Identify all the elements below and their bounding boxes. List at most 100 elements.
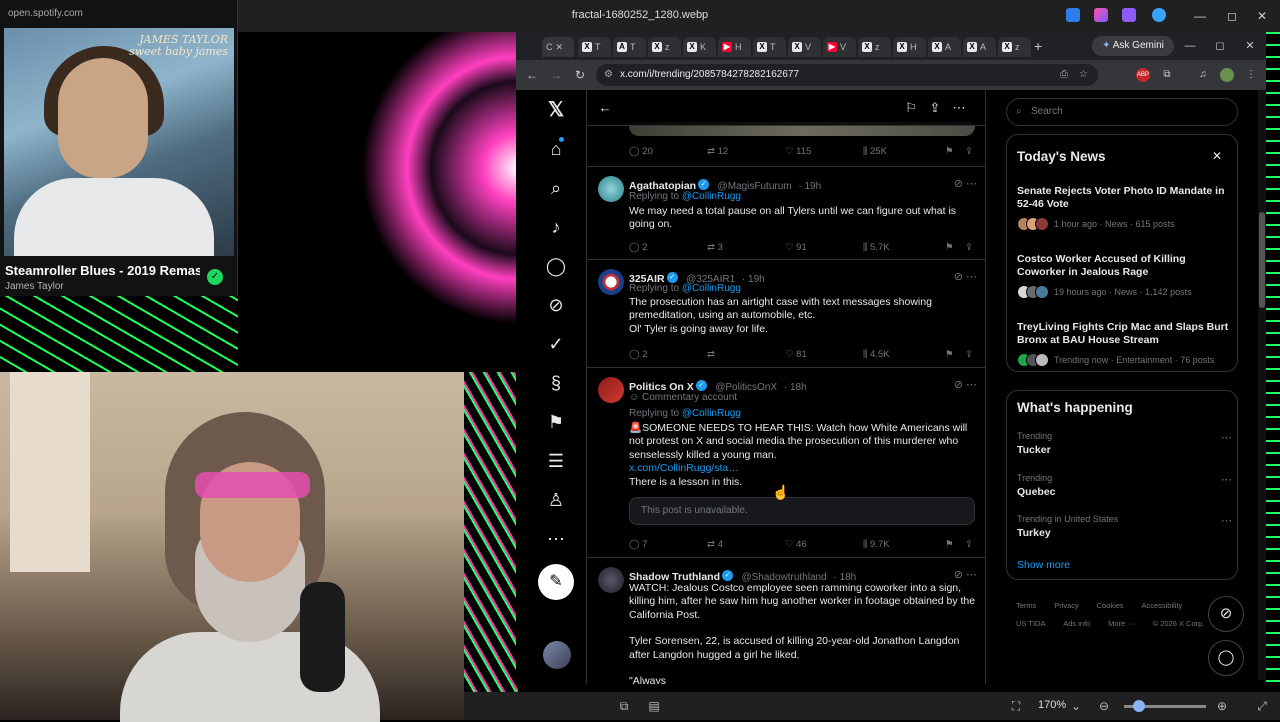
share-post-icon[interactable]: ⇪ — [965, 539, 973, 550]
news-item-title[interactable]: Costco Worker Accused of Killing Coworke… — [1017, 253, 1229, 279]
news-item-title[interactable]: TreyLiving Fights Crip Mac and Slaps Bur… — [1017, 321, 1229, 347]
viewer-close-button[interactable]: ✕ — [1248, 6, 1276, 26]
tab-active[interactable]: C ✕ — [542, 37, 574, 57]
post-item[interactable]: Politics On X ✓ @PoliticsOnX · 18h ⊘ ⋯ ☺ … — [587, 368, 985, 558]
post-more-icon[interactable]: ⋯ — [966, 178, 977, 190]
tab-close-icon[interactable]: ✕ — [556, 42, 564, 53]
avatar[interactable] — [598, 176, 624, 202]
bookmark-star-icon[interactable]: ☆ — [1079, 64, 1088, 86]
explore-search-icon[interactable]: ⌕ — [542, 174, 570, 202]
footer-link[interactable]: Privacy — [1054, 601, 1079, 610]
footer-link[interactable]: Accessibility — [1141, 601, 1182, 610]
crop-icon[interactable]: ⧉ — [616, 698, 632, 714]
communities-check-icon[interactable]: ✓ — [542, 330, 570, 358]
post-menu[interactable]: ⊘ ⋯ — [937, 568, 977, 582]
share-post-icon[interactable]: ⇪ — [965, 146, 973, 157]
post-more-icon[interactable]: ⋯ — [966, 379, 977, 391]
messages-icon[interactable]: ◯ — [542, 252, 570, 280]
grok-post-icon[interactable]: ⊘ — [954, 379, 963, 391]
post-time[interactable]: 18h — [790, 382, 807, 393]
browser-tab[interactable]: Xz — [858, 37, 891, 57]
song-title[interactable]: Steamroller Blues - 2019 Remas — [5, 263, 200, 278]
report-flag-icon[interactable]: ⚐ — [901, 98, 921, 118]
zoom-level[interactable]: 170% — [1038, 699, 1066, 711]
trend-more-icon[interactable]: ⋯ — [1221, 514, 1232, 527]
repost-button[interactable]: ⇄ 12 — [707, 146, 728, 157]
browser-tab[interactable]: Xz — [998, 37, 1031, 57]
views-button[interactable]: ⫼ 5.7K — [863, 242, 890, 253]
browser-tab[interactable]: ▶ V — [823, 37, 856, 57]
search-input[interactable]: ⌕ Search — [1006, 98, 1238, 126]
reply-button[interactable]: ◯ 2 — [629, 242, 648, 253]
tray-icon-1[interactable] — [1066, 8, 1080, 22]
avatar[interactable] — [598, 377, 624, 403]
browser-minimize-button[interactable]: — — [1180, 38, 1200, 54]
repost-button[interactable]: ⇄ 3 — [707, 242, 723, 253]
post-link[interactable]: x.com/CollinRugg/sta… — [629, 462, 979, 475]
notifications-bell-icon[interactable]: ♪ — [542, 213, 570, 241]
news-item-title[interactable]: Senate Rejects Voter Photo ID Mandate in… — [1017, 185, 1229, 211]
zoom-slider-handle[interactable] — [1132, 700, 1145, 712]
like-button[interactable]: ♡ 115 — [785, 146, 811, 157]
grok-post-icon[interactable]: ⊘ — [954, 178, 963, 190]
share-icon[interactable]: ⇪ — [925, 98, 945, 118]
reply-button[interactable]: ◯ 7 — [629, 539, 648, 550]
x-logo-icon[interactable]: 𝕏 — [542, 96, 570, 124]
repost-button[interactable]: ⇄ 4 — [707, 539, 723, 550]
views-button[interactable]: ⫼ 4.5K — [863, 349, 890, 360]
browser-close-button[interactable]: ✕ — [1240, 38, 1260, 54]
share-post-icon[interactable]: ⇪ — [965, 242, 973, 253]
browser-tab[interactable]: XA — [928, 37, 961, 57]
browser-tab[interactable]: Xz — [648, 37, 681, 57]
zoom-dropdown-icon[interactable]: ⌄ — [1068, 698, 1084, 714]
footer-link[interactable]: Terms — [1016, 601, 1036, 610]
browser-tab[interactable]: XK — [683, 37, 716, 57]
extensions-icon[interactable]: ⧉ — [1160, 68, 1174, 82]
bookmark-icon[interactable]: ⚑ — [945, 539, 954, 550]
ask-gemini-button[interactable]: ✦ Ask Gemini — [1092, 36, 1174, 56]
trend-more-icon[interactable]: ⋯ — [1221, 431, 1232, 444]
back-arrow-icon[interactable]: ← — [595, 98, 615, 118]
avatar[interactable] — [598, 269, 624, 295]
trend-name[interactable]: Quebec — [1017, 486, 1056, 498]
more-icon[interactable]: ⋯ — [542, 525, 570, 553]
zoom-in-icon[interactable]: ⊕ — [1214, 698, 1230, 714]
repost-button[interactable]: ⇄ — [707, 349, 715, 360]
song-artist[interactable]: James Taylor — [5, 281, 64, 292]
trend-name[interactable]: Turkey — [1017, 527, 1051, 539]
grok-icon[interactable]: ⊘ — [542, 291, 570, 319]
post-more-icon[interactable]: ⋯ — [966, 569, 977, 581]
compose-post-button[interactable]: ✎ — [538, 564, 574, 600]
reply-to-link[interactable]: @CollinRugg — [682, 408, 741, 419]
saved-check-icon[interactable]: ✓ — [207, 269, 223, 285]
page-scrollbar[interactable] — [1258, 90, 1266, 680]
messages-fab-icon[interactable]: ◯ — [1208, 640, 1244, 676]
browser-maximize-button[interactable]: ◻ — [1210, 38, 1230, 54]
show-more-link[interactable]: Show more — [1017, 559, 1070, 571]
post-item[interactable]: 325AIR ✓ @325AIR1 · 19h ⊘ ⋯ Replying to @… — [587, 260, 985, 368]
post-menu[interactable]: ⊘ ⋯ — [937, 177, 977, 191]
views-button[interactable]: ⫼ 9.7K — [863, 539, 890, 550]
browser-menu-icon[interactable]: ⋮ — [1244, 68, 1258, 82]
cloud-icon[interactable] — [1152, 8, 1166, 22]
share-post-icon[interactable]: ⇪ — [965, 349, 973, 360]
footer-link[interactable]: Ads info — [1063, 619, 1090, 628]
post-item[interactable]: Shadow Truthland ✓ @Shadowtruthland · 18h… — [587, 558, 985, 684]
close-icon[interactable]: ✕ — [1212, 149, 1222, 163]
browser-tab[interactable]: AT — [613, 37, 646, 57]
footer-link[interactable]: US TIDA — [1016, 619, 1045, 628]
install-icon[interactable]: ⎙ — [1060, 64, 1068, 86]
footer-link[interactable]: Cookies — [1097, 601, 1124, 610]
reply-to-link[interactable]: @CollinRugg — [682, 191, 741, 202]
like-button[interactable]: ♡ 81 — [785, 349, 807, 360]
filmstrip-icon[interactable]: ▤ — [646, 698, 662, 714]
like-button[interactable]: ♡ 91 — [785, 242, 807, 253]
new-tab-button[interactable]: + — [1034, 38, 1042, 54]
profile-avatar[interactable] — [1220, 68, 1234, 82]
page-scrollbar-thumb[interactable] — [1259, 212, 1265, 308]
reply-button[interactable]: ◯ 2 — [629, 349, 648, 360]
bookmark-icon[interactable]: ⚑ — [945, 242, 954, 253]
premium-icon[interactable]: § — [542, 369, 570, 397]
footer-link[interactable]: More ··· — [1108, 619, 1135, 628]
lists-icon[interactable]: ☰ — [542, 447, 570, 475]
